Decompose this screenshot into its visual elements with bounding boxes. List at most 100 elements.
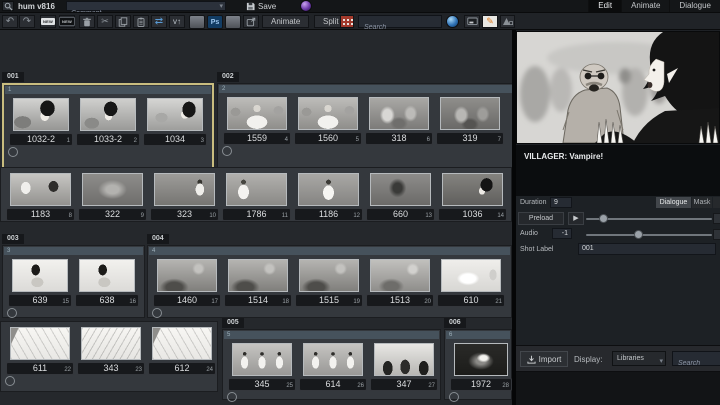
board-search-field[interactable] <box>358 15 442 33</box>
tab-dialogue[interactable]: Dialogue <box>669 0 720 12</box>
undo-button[interactable]: ↶ <box>2 15 18 28</box>
tab-panel-mask[interactable]: Mask <box>692 197 712 208</box>
copy-button[interactable] <box>115 15 131 28</box>
panel-319[interactable]: 319 7 <box>436 97 504 145</box>
play-button[interactable]: ▶ <box>568 212 584 225</box>
panel-1036[interactable]: 1036 14 <box>438 173 507 221</box>
panel-1559[interactable]: 1559 4 <box>223 97 291 145</box>
panel-639[interactable]: 639 15 <box>8 259 72 307</box>
tab-edit[interactable]: Edit <box>588 0 622 12</box>
paint-app-icon[interactable] <box>225 15 241 29</box>
export-button[interactable] <box>243 15 259 28</box>
tab-panel-dialogue[interactable]: Dialogue <box>656 197 691 208</box>
monitor-button[interactable] <box>464 15 480 28</box>
new-panel-button[interactable]: NEW <box>40 15 56 28</box>
chevron-down-icon[interactable]: ▾ <box>219 2 223 10</box>
cut-button[interactable]: ✂ <box>97 15 113 28</box>
panel-thumbnail <box>369 97 429 130</box>
panel-1032-2[interactable]: 1032-2 1 <box>9 98 73 146</box>
panel-1513[interactable]: 1513 20 <box>366 259 434 307</box>
display-dropdown[interactable]: Libraries ▾ <box>612 351 666 366</box>
panel-610[interactable]: 610 21 <box>437 259 505 307</box>
tab-panel-drawings[interactable]: D <box>713 197 720 208</box>
audio-label: Audio <box>520 230 538 237</box>
sketch-app-icon[interactable] <box>189 15 205 29</box>
audio-slider-track[interactable] <box>586 234 712 236</box>
panel-1183[interactable]: 1183 8 <box>6 173 75 221</box>
preload-end-button[interactable] <box>713 213 720 224</box>
delete-button[interactable] <box>79 15 95 28</box>
project-search-icon[interactable] <box>2 1 14 11</box>
import-button[interactable]: Import <box>520 351 568 367</box>
audio-value[interactable]: -1 <box>552 228 572 239</box>
sequence-group-box: 611 22 343 23 612 24 <box>0 321 218 392</box>
panel-1033-2[interactable]: 1033-2 2 <box>76 98 140 146</box>
sequence-label[interactable]: 001 <box>2 72 24 82</box>
panel-indicator-circle[interactable] <box>227 392 237 402</box>
panel-1514[interactable]: 1514 18 <box>224 259 292 307</box>
panel-614[interactable]: 614 26 <box>299 343 367 391</box>
transition-button[interactable] <box>500 15 515 28</box>
preload-slider-handle[interactable] <box>598 214 608 223</box>
dialogue-text[interactable]: VILLAGER: Vampire! <box>516 145 720 196</box>
panel-caption: 1460 17 <box>153 294 221 307</box>
sequence-label[interactable]: 005 <box>222 318 244 328</box>
globe-icon[interactable] <box>300 0 312 12</box>
panel-1460[interactable]: 1460 17 <box>153 259 221 307</box>
paste-button[interactable] <box>133 15 149 28</box>
panel-345[interactable]: 345 25 <box>228 343 296 391</box>
sequence-label[interactable]: 002 <box>217 72 239 82</box>
panel-638[interactable]: 638 16 <box>75 259 139 307</box>
panel-660[interactable]: 660 13 <box>366 173 435 221</box>
version-up-button[interactable]: v↑ <box>169 15 185 28</box>
panel-indicator-circle[interactable] <box>449 392 459 402</box>
photoshop-icon[interactable]: Ps <box>207 15 223 29</box>
comment-field[interactable]: ▾ <box>66 1 226 18</box>
panel-612[interactable]: 612 24 <box>148 327 216 375</box>
panel-347[interactable]: 347 27 <box>370 343 438 391</box>
library-search-input[interactable] <box>673 357 720 370</box>
panel-1034[interactable]: 1034 3 <box>143 98 207 146</box>
scissors-icon: ✂ <box>101 16 109 26</box>
panel-thumbnail <box>303 343 363 376</box>
redo-button[interactable]: ↷ <box>19 15 35 28</box>
calendar-icon[interactable] <box>340 15 354 28</box>
sequence-label[interactable]: 006 <box>444 318 466 328</box>
panel-323[interactable]: 323 10 <box>150 173 219 221</box>
panel-indicator-circle[interactable] <box>7 308 17 318</box>
panel-indicator-circle[interactable] <box>5 376 15 386</box>
monitor-icon <box>466 17 478 25</box>
panel-1786[interactable]: 1786 11 <box>222 173 291 221</box>
panel-343[interactable]: 343 23 <box>77 327 145 375</box>
panel-322[interactable]: 322 9 <box>78 173 147 221</box>
animate-button[interactable]: Animate <box>262 15 310 28</box>
panel-thumbnail <box>13 98 69 131</box>
audio-end-button[interactable] <box>713 229 720 240</box>
save-button[interactable]: Save <box>246 0 276 12</box>
panel-indicator-circle[interactable] <box>8 147 18 157</box>
panel-1972[interactable]: 1972 28 <box>450 343 512 391</box>
panel-caption: 1560 5 <box>294 132 362 145</box>
tab-animate[interactable]: Animate <box>621 0 669 12</box>
sequence-label[interactable]: 004 <box>147 234 169 244</box>
new-version-button[interactable]: NEW <box>59 15 75 28</box>
panel-indicator-circle[interactable] <box>152 308 162 318</box>
duration-input[interactable]: 9 <box>550 197 572 208</box>
panel-1186[interactable]: 1186 12 <box>294 173 363 221</box>
panel-thumbnail <box>442 173 503 206</box>
draw-button[interactable]: ✎ <box>482 15 498 28</box>
sequence-label[interactable]: 003 <box>2 234 24 244</box>
preload-button[interactable]: Preload <box>518 212 564 225</box>
sequence-header: 4 <box>149 247 510 255</box>
panel-1515[interactable]: 1515 19 <box>295 259 363 307</box>
audio-slider-handle[interactable] <box>633 230 643 239</box>
panel-611[interactable]: 611 22 <box>6 327 74 375</box>
panel-indicator-circle[interactable] <box>222 146 232 156</box>
panel-thumbnail <box>147 98 203 131</box>
library-search-field[interactable] <box>672 351 720 370</box>
clock-icon[interactable] <box>446 15 459 28</box>
panel-318[interactable]: 318 6 <box>365 97 433 145</box>
swap-button[interactable]: ⇄ <box>151 15 167 28</box>
panel-1560[interactable]: 1560 5 <box>294 97 362 145</box>
shot-label-input[interactable]: 001 <box>578 243 716 255</box>
